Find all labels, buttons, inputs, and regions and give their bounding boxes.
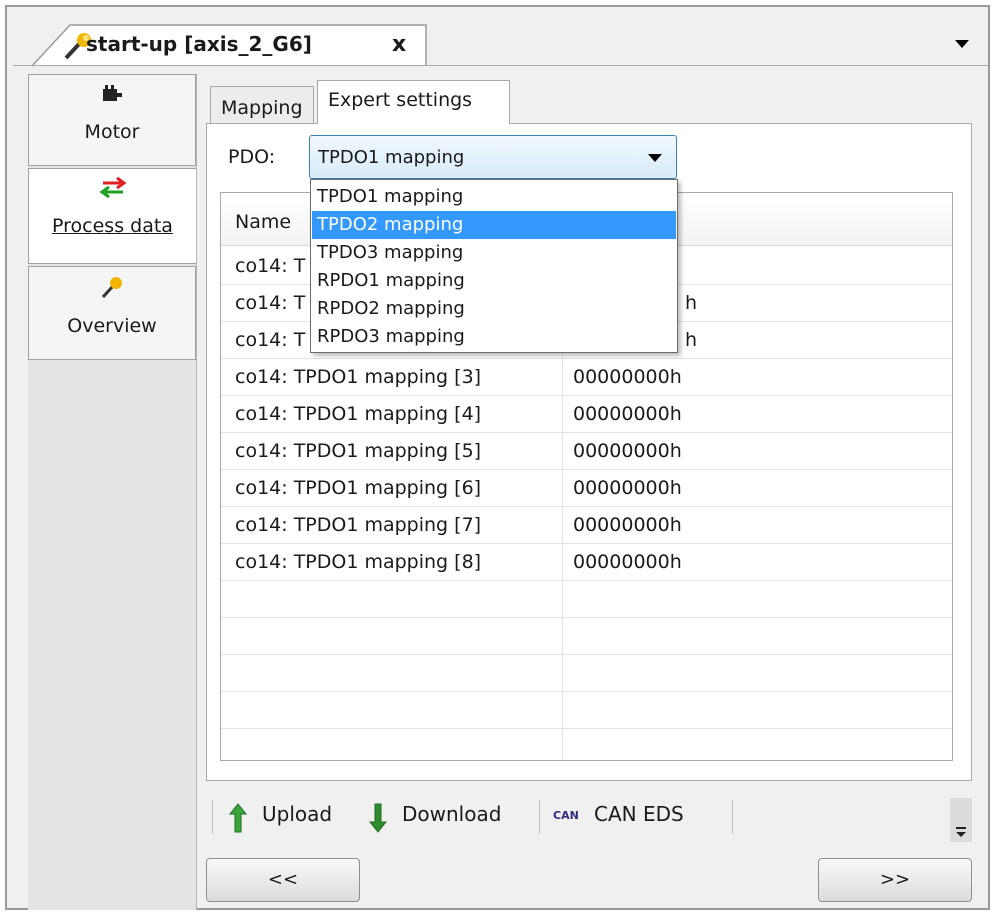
table-row[interactable]: co14: TPDO1 mapping [3] 00000000h <box>221 359 952 396</box>
table-row[interactable]: co14: TPDO1 mapping [8] 00000000h <box>221 544 952 581</box>
upload-button[interactable]: Upload <box>262 802 332 826</box>
table-row <box>221 618 952 655</box>
close-icon[interactable]: x <box>392 32 406 57</box>
pdo-option-highlighted[interactable]: TPDO2 mapping <box>312 211 676 239</box>
sidebar-item-motor[interactable]: Motor <box>28 74 196 166</box>
cell-value: 00000000h <box>573 514 682 536</box>
cell-value: h <box>685 292 698 314</box>
toolbar-separator <box>212 800 213 834</box>
cell-value: 00000000h <box>573 551 682 573</box>
table-row[interactable]: co14: TPDO1 mapping [5] 00000000h <box>221 433 952 470</box>
sidebar-item-label: Motor <box>84 121 140 143</box>
document-tab-title[interactable]: start-up [axis_2_G6] <box>86 32 312 56</box>
table-row[interactable]: co14: TPDO1 mapping [6] 00000000h <box>221 470 952 507</box>
motor-icon <box>103 85 122 101</box>
cell-value: h <box>685 329 698 351</box>
cell-name: co14: T <box>235 292 306 314</box>
toolbar-overflow-button[interactable] <box>950 798 972 842</box>
cell-name: co14: TPDO1 mapping [6] <box>235 477 482 499</box>
upload-icon <box>228 803 248 833</box>
pdo-option[interactable]: RPDO3 mapping <box>312 323 676 351</box>
pdo-dropdown-list: TPDO1 mapping TPDO2 mapping TPDO3 mappin… <box>310 179 678 353</box>
cell-name: co14: T <box>235 255 306 277</box>
sidebar-item-process-data[interactable]: Process data <box>28 168 196 264</box>
pdo-label: PDO: <box>228 146 276 168</box>
transfer-arrows-icon <box>98 176 127 199</box>
chevron-down-icon <box>956 827 966 837</box>
pdo-option[interactable]: TPDO3 mapping <box>312 239 676 267</box>
chevron-down-icon[interactable] <box>955 40 969 48</box>
next-button[interactable]: >> <box>818 858 972 902</box>
tab-mapping[interactable]: Mapping <box>210 86 314 124</box>
table-row <box>221 655 952 692</box>
can-icon: CAN <box>553 809 579 822</box>
cell-name: co14: TPDO1 mapping [4] <box>235 403 482 425</box>
pdo-option[interactable]: RPDO2 mapping <box>312 295 676 323</box>
pdo-selected-value: TPDO1 mapping <box>318 147 465 168</box>
pdo-option[interactable]: TPDO1 mapping <box>312 183 676 211</box>
toolbar-separator <box>732 800 733 834</box>
download-button[interactable]: Download <box>402 802 501 826</box>
cell-name: co14: TPDO1 mapping [5] <box>235 440 482 462</box>
table-row <box>221 692 952 729</box>
cell-name: co14: TPDO1 mapping [7] <box>235 514 482 536</box>
pdo-option[interactable]: RPDO1 mapping <box>312 267 676 295</box>
tab-expert-settings[interactable]: Expert settings <box>317 80 510 124</box>
table-row <box>221 581 952 618</box>
previous-button[interactable]: << <box>206 858 360 902</box>
cell-name: co14: TPDO1 mapping [8] <box>235 551 482 573</box>
toolbar-separator <box>539 800 540 834</box>
sidebar-item-label: Overview <box>67 315 157 337</box>
sidebar-item-overview[interactable]: Overview <box>28 266 196 360</box>
pdo-select[interactable]: TPDO1 mapping <box>309 135 677 179</box>
table-row[interactable]: co14: TPDO1 mapping [4] 00000000h <box>221 396 952 433</box>
cell-name: co14: TPDO1 mapping [3] <box>235 366 482 388</box>
can-eds-button[interactable]: CAN EDS <box>594 802 684 826</box>
column-header-name[interactable]: Name <box>235 211 291 233</box>
cell-value: 00000000h <box>573 366 682 388</box>
cell-value: 00000000h <box>573 477 682 499</box>
chevron-down-icon <box>648 154 662 162</box>
cell-name: co14: T <box>235 329 306 351</box>
sidebar-item-label: Process data <box>52 215 173 237</box>
wizard-wand-icon <box>101 277 122 299</box>
bottom-toolbar: Upload Download CAN CAN EDS <box>206 790 972 844</box>
tab-strip-divider <box>13 65 988 66</box>
table-row[interactable]: co14: TPDO1 mapping [7] 00000000h <box>221 507 952 544</box>
download-icon <box>368 803 388 833</box>
cell-value: 00000000h <box>573 440 682 462</box>
cell-value: 00000000h <box>573 403 682 425</box>
